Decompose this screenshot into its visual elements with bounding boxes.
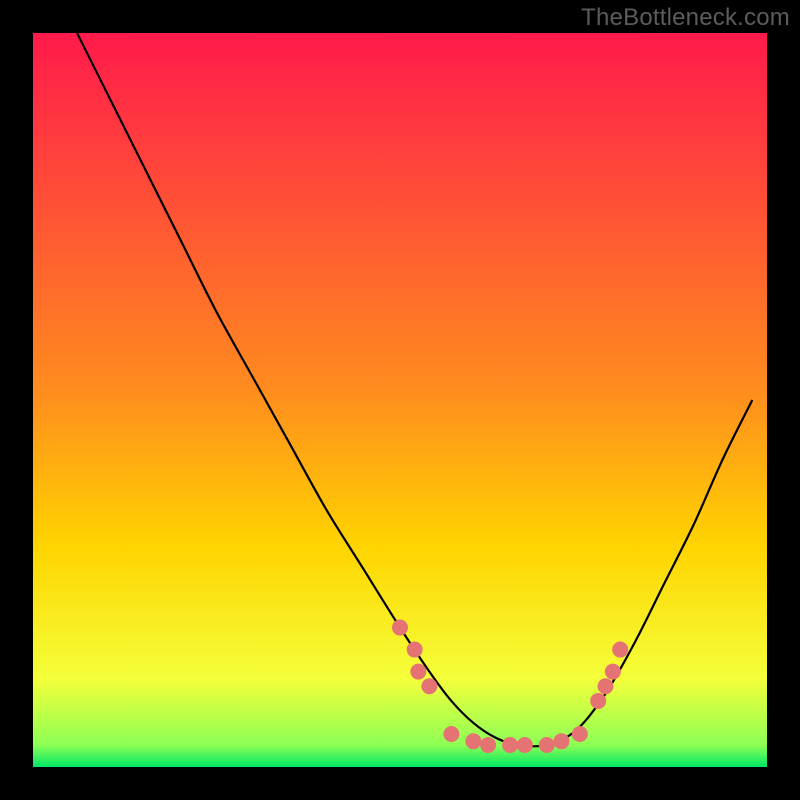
highlight-dot	[612, 642, 628, 658]
watermark-text: TheBottleneck.com	[581, 4, 790, 32]
highlight-dot	[590, 693, 606, 709]
highlight-dot	[598, 678, 614, 694]
highlight-dot	[410, 664, 426, 680]
highlight-dot	[572, 726, 588, 742]
bottleneck-chart	[0, 0, 800, 800]
highlight-dot	[392, 620, 408, 636]
highlight-dot	[605, 664, 621, 680]
highlight-dot	[465, 733, 481, 749]
highlight-dot	[443, 726, 459, 742]
highlight-dot	[553, 733, 569, 749]
plot-background	[33, 33, 767, 767]
highlight-dot	[421, 678, 437, 694]
highlight-dot	[502, 737, 518, 753]
highlight-dot	[480, 737, 496, 753]
highlight-dot	[407, 642, 423, 658]
highlight-dot	[539, 737, 555, 753]
chart-frame: TheBottleneck.com	[0, 0, 800, 800]
highlight-dot	[517, 737, 533, 753]
